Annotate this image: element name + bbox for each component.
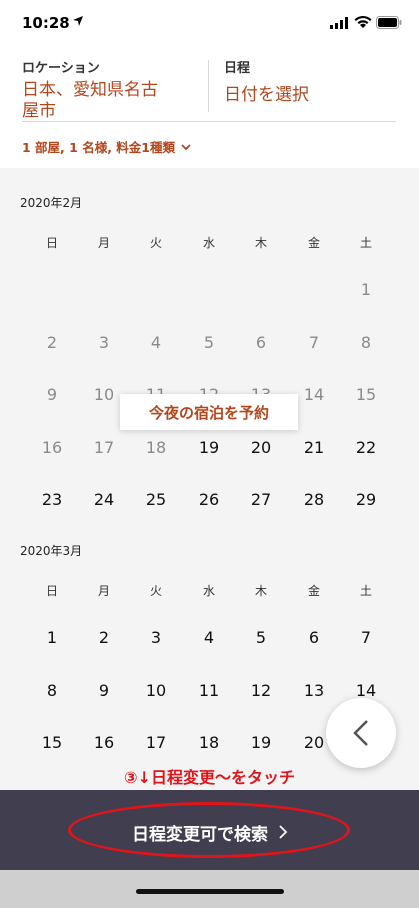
month-title: 2020年2月	[20, 196, 83, 210]
weekday-label: 日	[45, 236, 58, 250]
wifi-icon	[354, 15, 372, 28]
calendar-day[interactable]: 11	[183, 681, 235, 700]
calendar-day[interactable]: 24	[78, 490, 130, 509]
calendar-day[interactable]: 27	[235, 490, 287, 509]
chevron-down-icon	[181, 143, 191, 150]
weekday-label: 水	[202, 584, 215, 598]
calendar-day-disabled: 2	[46, 332, 58, 352]
status-time: 10:28	[22, 14, 70, 32]
guest-summary-dropdown[interactable]: 1 部屋, 1 名様, 料金1種類	[22, 137, 191, 156]
annotation-highlight-ellipse	[68, 802, 350, 858]
calendar-day-disabled: 7	[308, 332, 320, 352]
chevron-left-icon	[353, 720, 368, 746]
calendar-day[interactable]: 25	[130, 490, 182, 509]
weekday-label: 金	[307, 236, 320, 250]
calendar-day-disabled: 4	[150, 332, 162, 352]
guest-summary-text: 1 部屋, 1 名様, 料金1種類	[22, 140, 175, 155]
calendar-day[interactable]: 10	[130, 681, 182, 700]
location-value-line1: 日本、愛知県名古	[22, 80, 158, 100]
calendar-day[interactable]: 29	[340, 490, 392, 509]
calendar-day-disabled: 3	[98, 332, 110, 352]
calendar: 2120191817161514131211109876543212928272…	[0, 168, 419, 790]
calendar-day[interactable]: 17	[130, 733, 182, 752]
header-divider-vertical	[208, 60, 209, 112]
weekday-label: 水	[202, 236, 215, 250]
calendar-day[interactable]: 16	[78, 733, 130, 752]
search-header: ロケーション 日本、愛知県名古 屋市 日程 日付を選択 1 部屋, 1 名様, …	[0, 48, 419, 168]
calendar-day-disabled: 1	[360, 280, 372, 299]
location-arrow-icon	[73, 16, 83, 26]
weekday-label: 月	[97, 236, 110, 250]
calendar-day[interactable]: 22	[340, 438, 392, 457]
calendar-day[interactable]: 20	[235, 438, 287, 457]
calendar-day[interactable]: 8	[26, 681, 78, 700]
back-button[interactable]	[326, 698, 396, 768]
calendar-day[interactable]: 4	[183, 628, 235, 647]
book-tonight-button[interactable]: 今夜の宿泊を予約	[120, 394, 298, 430]
calendar-day[interactable]: 9	[78, 681, 130, 700]
weekday-label: 土	[359, 236, 372, 250]
battery-icon	[376, 16, 402, 29]
calendar-day[interactable]: 2	[78, 628, 130, 647]
status-bar: 10:28	[0, 0, 419, 48]
calendar-day-disabled: 17	[93, 437, 115, 457]
weekday-label: 火	[149, 236, 162, 250]
calendar-day[interactable]: 3	[130, 628, 182, 647]
calendar-day-disabled: 15	[355, 385, 377, 404]
calendar-day-disabled: 16	[41, 437, 63, 457]
weekday-label: 木	[254, 584, 267, 598]
calendar-day-disabled: 8	[360, 332, 372, 352]
calendar-day-disabled: 18	[145, 437, 167, 457]
date-value: 日付を選択	[224, 85, 309, 105]
weekday-label: 火	[149, 584, 162, 598]
weekday-label: 金	[307, 584, 320, 598]
calendar-day[interactable]: 7	[340, 628, 392, 647]
calendar-day[interactable]: 26	[183, 490, 235, 509]
location-value: 日本、愛知県名古 屋市	[22, 80, 200, 122]
calendar-day[interactable]: 18	[183, 733, 235, 752]
home-indicator[interactable]	[136, 889, 284, 894]
calendar-day-disabled: 9	[46, 385, 58, 404]
cellular-signal-icon	[330, 17, 348, 29]
calendar-day-disabled: 6	[255, 332, 267, 352]
calendar-day[interactable]: 1	[26, 628, 78, 647]
calendar-day[interactable]: 12	[235, 681, 287, 700]
calendar-day[interactable]: 28	[288, 490, 340, 509]
home-indicator-area	[0, 870, 419, 908]
location-field[interactable]: ロケーション 日本、愛知県名古 屋市	[22, 60, 200, 122]
header-divider-horizontal	[22, 121, 396, 122]
calendar-day[interactable]: 15	[26, 733, 78, 752]
annotation-text: ③↓日程変更～をタッチ	[124, 768, 295, 787]
calendar-day[interactable]: 23	[26, 490, 78, 509]
calendar-day[interactable]: 6	[288, 628, 340, 647]
location-label: ロケーション	[22, 61, 100, 76]
bottom-bar: 日程変更可で検索	[0, 790, 419, 870]
weekday-label: 月	[97, 584, 110, 598]
calendar-day[interactable]: 19	[183, 438, 235, 457]
date-field[interactable]: 日程 日付を選択	[224, 60, 394, 106]
month-title: 2020年3月	[20, 544, 83, 558]
date-label: 日程	[224, 61, 251, 76]
weekday-label: 木	[254, 236, 267, 250]
calendar-day[interactable]: 13	[288, 681, 340, 700]
calendar-day-disabled: 5	[203, 332, 215, 352]
location-value-line2: 屋市	[22, 101, 56, 121]
calendar-day[interactable]: 21	[288, 438, 340, 457]
weekday-label: 日	[45, 584, 58, 598]
calendar-day[interactable]: 14	[340, 681, 392, 700]
weekday-label: 土	[359, 584, 372, 598]
calendar-day[interactable]: 19	[235, 733, 287, 752]
calendar-day[interactable]: 5	[235, 628, 287, 647]
